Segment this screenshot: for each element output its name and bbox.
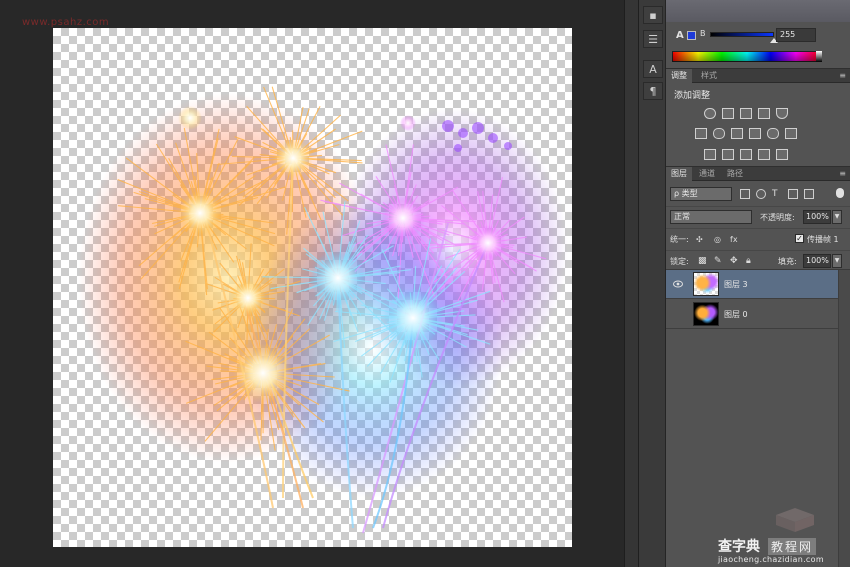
layer-thumbnail	[693, 302, 719, 326]
threshold-icon[interactable]	[740, 149, 752, 160]
fill-label: 填充:	[778, 257, 797, 266]
layers-panel: 图层 通道 路径 ≡ ρ 类型 T 正常 不透明度: 100% ▼ 统一: ✣ …	[666, 166, 850, 567]
fill-input[interactable]: 100%	[803, 254, 831, 268]
tab-layers[interactable]: 图层	[666, 167, 692, 181]
sliders-icon[interactable]: ☰	[643, 30, 663, 48]
shape-filter-icon[interactable]	[788, 189, 798, 199]
propagate-frame-checkbox[interactable]: ✓	[795, 234, 804, 243]
opacity-label: 不透明度:	[760, 213, 795, 222]
eye-icon[interactable]	[673, 280, 683, 288]
right-panel-column: A B 255 调整 样式 ≡ 添加调整 图层 通道 路径 ≡ ρ 类型 T 正…	[666, 0, 850, 567]
tab-channels[interactable]: 通道	[694, 167, 720, 181]
layers-tab-row: 图层 通道 路径 ≡	[666, 167, 850, 181]
panel-menu-icon[interactable]: ≡	[839, 169, 846, 178]
opacity-input[interactable]: 100%	[803, 210, 831, 224]
hue-sat-icon[interactable]	[695, 128, 707, 139]
tab-adjustments[interactable]: 调整	[666, 69, 692, 83]
layers-scrollbar[interactable]	[838, 270, 850, 567]
color-lookup-icon[interactable]	[785, 128, 797, 139]
photo-filter-icon[interactable]	[749, 128, 761, 139]
color-panel: A B 255	[666, 0, 850, 68]
propagate-frame-label: 传播帧 1	[807, 235, 839, 244]
levels-icon[interactable]	[722, 108, 734, 119]
brightness-icon[interactable]	[704, 108, 716, 119]
layer-name[interactable]: 图层 3	[724, 279, 748, 290]
photoshop-window: www.psahz.com ▪ ☰ A ¶ A B 255 调整 样式 ≡ 添加…	[0, 0, 850, 567]
opacity-dropdown-icon[interactable]: ▼	[832, 210, 842, 224]
unify-visibility-icon[interactable]: ◎	[714, 235, 724, 244]
panel-menu-icon[interactable]: ≡	[839, 71, 846, 80]
channel-mixer-icon[interactable]	[767, 128, 779, 139]
watermark-logo-text: 查字典	[718, 539, 760, 555]
gradient-map-icon[interactable]	[776, 149, 788, 160]
hidden-eye-slot[interactable]	[673, 310, 683, 318]
adjustments-panel: 调整 样式 ≡ 添加调整	[666, 68, 850, 166]
filter-kind-select[interactable]: ρ 类型	[670, 187, 732, 201]
watermark-box-logo	[776, 508, 814, 532]
curves-icon[interactable]	[740, 108, 752, 119]
canvas-scrollbar[interactable]	[624, 0, 638, 567]
brush-presets-icon[interactable]: ▪	[643, 6, 663, 24]
unify-row: 统一: ✣ ◎ fx ✓ 传播帧 1	[666, 228, 850, 248]
document-workspace[interactable]: www.psahz.com	[0, 0, 624, 567]
adjustments-tab-row: 调整 样式 ≡	[666, 69, 850, 83]
unify-style-icon[interactable]: fx	[730, 235, 740, 244]
spectrum-shade	[672, 51, 822, 62]
invert-icon[interactable]	[704, 149, 716, 160]
posterize-icon[interactable]	[722, 149, 734, 160]
channel-value-input[interactable]: 255	[776, 28, 816, 42]
layer-name[interactable]: 图层 0	[724, 309, 748, 320]
color-panel-header	[666, 0, 850, 22]
black-white-icon[interactable]	[731, 128, 743, 139]
tab-paths[interactable]: 路径	[722, 167, 748, 181]
blue-channel-slider[interactable]	[710, 32, 774, 37]
layer-row[interactable]: 图层 0	[666, 300, 838, 329]
tab-styles[interactable]: 样式	[696, 69, 722, 83]
lock-all-icon[interactable]: 🔒︎	[746, 256, 756, 266]
panel-dock-strip: ▪ ☰ A ¶	[638, 0, 666, 567]
foreground-swatch[interactable]	[687, 31, 696, 40]
source-watermark: www.psahz.com	[22, 17, 110, 28]
layer-filter-row: ρ 类型 T	[666, 184, 850, 204]
paragraph-icon[interactable]: ¶	[643, 82, 663, 100]
vibrance-icon[interactable]	[776, 108, 788, 119]
add-adjustment-title: 添加调整	[674, 91, 711, 101]
lock-image-icon[interactable]: ✎	[714, 256, 724, 266]
watermark-url: jiaocheng.chazidian.com	[718, 555, 824, 564]
lock-label: 锁定:	[670, 257, 689, 266]
exposure-icon[interactable]	[758, 108, 770, 119]
pixel-filter-icon[interactable]	[740, 189, 750, 199]
character-icon[interactable]: A	[643, 60, 663, 78]
selective-color-icon[interactable]	[758, 149, 770, 160]
blend-mode-select[interactable]: 正常	[670, 210, 752, 224]
lock-position-icon[interactable]: ✥	[730, 256, 740, 266]
layer-row[interactable]: 图层 3	[666, 270, 838, 299]
layer-thumbnail	[693, 272, 719, 296]
type-filter-icon[interactable]: T	[772, 189, 782, 199]
color-balance-icon[interactable]	[713, 128, 725, 139]
adjustment-filter-icon[interactable]	[756, 189, 766, 199]
smart-object-filter-icon[interactable]	[804, 189, 814, 199]
document-canvas[interactable]	[53, 28, 572, 547]
watermark-tag: 教程网	[768, 538, 817, 555]
color-mode-letter: A	[676, 30, 684, 41]
lock-row: 锁定: ▩ ✎ ✥ 🔒︎ 填充: 100% ▼	[666, 250, 850, 270]
unify-label: 统一:	[670, 235, 689, 244]
black-white-ramp[interactable]	[816, 51, 822, 62]
fill-dropdown-icon[interactable]: ▼	[832, 254, 842, 268]
lock-transparent-icon[interactable]: ▩	[698, 256, 708, 266]
channel-label: B	[700, 29, 706, 38]
fireworks-artwork	[78, 86, 568, 534]
unify-position-icon[interactable]: ✣	[696, 235, 706, 244]
blend-row: 正常 不透明度: 100% ▼	[666, 206, 850, 226]
filter-toggle[interactable]	[836, 188, 844, 198]
